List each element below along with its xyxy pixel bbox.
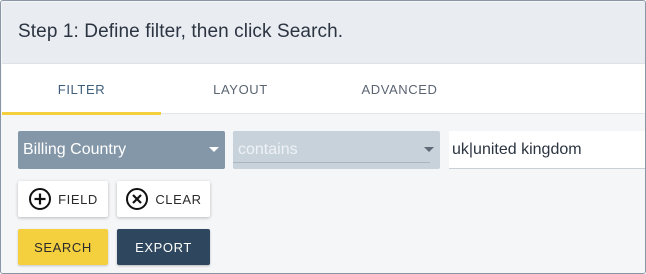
tab-advanced[interactable]: ADVANCED (320, 64, 479, 114)
clear-label: CLEAR (155, 191, 202, 207)
operator-underline (233, 162, 430, 163)
caret-down-icon (424, 147, 434, 152)
tab-layout[interactable]: LAYOUT (161, 64, 320, 114)
export-button[interactable]: EXPORT (117, 229, 210, 265)
step-header: Step 1: Define filter, then click Search… (2, 2, 645, 64)
filter-value-input[interactable] (449, 131, 645, 169)
x-circle-icon (125, 187, 149, 211)
filter-content: Billing Country contains FIELD (2, 115, 645, 273)
page-title: Step 1: Define filter, then click Search… (18, 21, 344, 42)
add-field-label: FIELD (58, 191, 98, 207)
caret-down-icon (209, 147, 219, 152)
add-field-button[interactable]: FIELD (18, 181, 108, 217)
clear-button[interactable]: CLEAR (117, 181, 210, 217)
field-select-value: Billing Country (23, 141, 127, 158)
filter-panel: Step 1: Define filter, then click Search… (0, 0, 646, 274)
search-button[interactable]: SEARCH (18, 229, 108, 265)
field-select[interactable]: Billing Country (18, 131, 225, 169)
tab-filter[interactable]: FILTER (2, 64, 161, 115)
plus-circle-icon (28, 187, 52, 211)
operator-select[interactable]: contains (233, 131, 440, 169)
tab-bar: FILTER LAYOUT ADVANCED (2, 64, 645, 115)
operator-select-value: contains (238, 141, 298, 158)
